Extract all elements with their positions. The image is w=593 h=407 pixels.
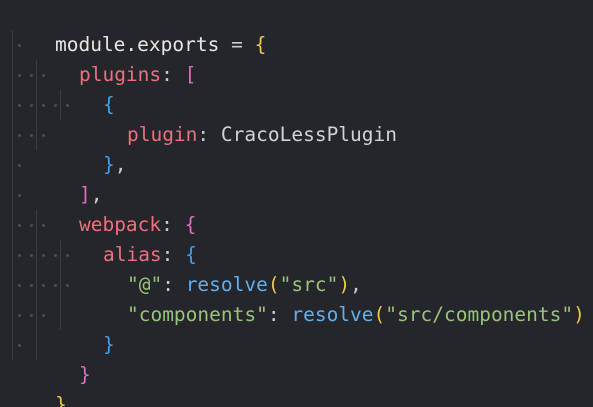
open-bracket: [	[184, 63, 197, 86]
whitespace-dot	[42, 314, 45, 317]
close-paren: )	[573, 303, 585, 326]
code-line-3[interactable]: {	[56, 60, 115, 116]
whitespace-dot	[30, 254, 33, 257]
code-line-7[interactable]: webpack: {	[32, 180, 196, 236]
close-brace: }	[102, 153, 115, 176]
whitespace-dot	[18, 194, 21, 197]
whitespace-dot	[30, 284, 33, 287]
whitespace-dot	[42, 224, 45, 227]
code-editor[interactable]: module.exports = { plugins: [ { plugin: …	[0, 0, 593, 407]
code-line-12[interactable]: }	[32, 330, 91, 386]
whitespace-dot	[30, 314, 33, 317]
craco-less-plugin-value: CracoLessPlugin	[220, 123, 398, 146]
colon: :	[197, 123, 221, 146]
open-paren: (	[373, 303, 386, 326]
close-brace: }	[102, 333, 115, 356]
whitespace-dot	[18, 134, 21, 137]
src-components-string: "src/components"	[385, 303, 574, 326]
whitespace-dot	[18, 164, 21, 167]
whitespace-dot	[18, 314, 21, 317]
code-line-4[interactable]: plugin: CracoLessPlugin	[80, 90, 397, 146]
code-line-5[interactable]: },	[56, 120, 127, 176]
resolve-function: resolve	[291, 303, 374, 326]
code-line-2[interactable]: plugins: [	[32, 30, 196, 86]
colon: :	[267, 303, 292, 326]
whitespace-dot	[66, 284, 69, 287]
whitespace-dot	[18, 104, 21, 107]
whitespace-dot	[18, 254, 21, 257]
whitespace-dot	[54, 254, 57, 257]
whitespace-dot	[42, 254, 45, 257]
code-line-11[interactable]: }	[56, 300, 115, 356]
code-line-9[interactable]: "@": resolve("src"),	[80, 240, 362, 296]
code-line-13[interactable]: }	[8, 360, 67, 407]
whitespace-dot	[18, 344, 21, 347]
whitespace-dot	[18, 224, 21, 227]
colon: :	[161, 63, 185, 86]
plugin-key: plugin	[126, 123, 198, 146]
code-line-8[interactable]: alias: {	[56, 210, 197, 266]
whitespace-dot	[42, 74, 45, 77]
code-line-10[interactable]: "components": resolve("src/components")	[80, 270, 585, 326]
whitespace-dot	[30, 104, 33, 107]
whitespace-dot	[30, 74, 33, 77]
assign-operator: =	[219, 33, 255, 56]
close-brace: }	[54, 393, 67, 407]
whitespace-dot	[66, 254, 69, 257]
whitespace-dot	[42, 284, 45, 287]
comma: ,	[114, 153, 127, 176]
whitespace-dot	[54, 104, 57, 107]
whitespace-dot	[42, 134, 45, 137]
whitespace-dot	[30, 134, 33, 137]
whitespace-dot	[18, 74, 21, 77]
whitespace-dot	[30, 224, 33, 227]
open-brace: {	[254, 33, 267, 56]
whitespace-dot	[66, 104, 69, 107]
whitespace-dot	[42, 104, 45, 107]
whitespace-dot	[18, 44, 21, 47]
alias-components-key: "components"	[126, 303, 268, 326]
close-brace: }	[78, 363, 91, 386]
whitespace-dot	[54, 284, 57, 287]
whitespace-dot	[18, 284, 21, 287]
code-line-6[interactable]: ],	[32, 150, 103, 206]
code-line-1[interactable]: module.exports = {	[8, 0, 266, 56]
